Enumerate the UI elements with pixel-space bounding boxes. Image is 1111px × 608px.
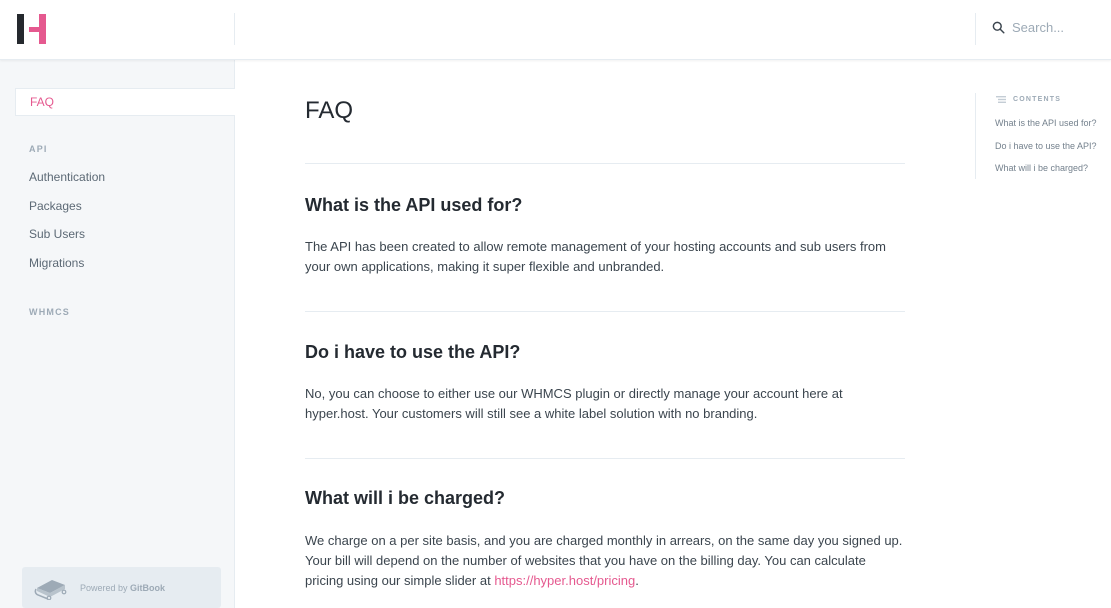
sidebar-item-migrations[interactable]: Migrations (15, 249, 235, 277)
divider (305, 163, 905, 164)
logo[interactable] (17, 14, 46, 44)
section-heading: What will i be charged? (305, 488, 506, 508)
pricing-link[interactable]: https://hyper.host/pricing (494, 573, 635, 588)
powered-by-gitbook-link[interactable]: Powered by GitBook (22, 567, 221, 608)
divider (305, 311, 905, 312)
divider (305, 458, 905, 459)
paragraph-suffix: . (635, 573, 639, 588)
section-heading: What is the API used for? (305, 195, 523, 215)
toc-header: CONTENTS (996, 96, 1061, 103)
powered-by-prefix: Powered by (80, 582, 131, 593)
search-placeholder: Search... (1012, 20, 1065, 35)
sidebar: FAQ API Authentication Packages Sub User… (0, 60, 235, 608)
table-of-contents: CONTENTS What is the API used for? Do i … (975, 93, 1111, 179)
logo-crossbar (29, 27, 39, 32)
powered-by-label: Powered by GitBook (80, 583, 165, 593)
toc-item[interactable]: What will i be charged? (995, 163, 1088, 173)
sidebar-section-header-api: API (29, 144, 48, 154)
sidebar-item-faq[interactable]: FAQ (15, 88, 235, 116)
sidebar-item-label: Migrations (29, 256, 85, 270)
section-heading: Do i have to use the API? (305, 342, 521, 362)
sidebar-item-authentication[interactable]: Authentication (15, 163, 235, 191)
sidebar-item-label: FAQ (30, 95, 55, 109)
sidebar-section-header-whmcs: WHMCS (29, 307, 70, 317)
search-input[interactable]: Search... (992, 20, 1064, 35)
toc-item[interactable]: Do i have to use the API? (995, 141, 1097, 151)
section-paragraph: No, you can choose to either use our WHM… (305, 386, 843, 421)
book-icon (34, 579, 67, 600)
sidebar-item-packages[interactable]: Packages (15, 192, 235, 220)
sidebar-item-label: Authentication (29, 170, 106, 184)
header-divider (975, 13, 976, 45)
page-title: FAQ (305, 97, 354, 124)
gitbook-brand: GitBook (130, 582, 166, 593)
toc-header-label: CONTENTS (1013, 96, 1062, 103)
sidebar-item-label: Sub Users (29, 227, 86, 241)
section-paragraph: The API has been created to allow remote… (305, 239, 886, 274)
search-icon (992, 21, 1005, 34)
header-divider (234, 13, 235, 45)
logo-bar-right (39, 14, 46, 44)
logo-bar-left (17, 14, 24, 44)
sidebar-item-sub-users[interactable]: Sub Users (15, 220, 235, 248)
sidebar-item-label: Packages (29, 199, 82, 213)
top-header: Search... (0, 0, 1111, 60)
section-paragraph: We charge on a per site basis, and you a… (305, 531, 905, 591)
list-icon (996, 96, 1006, 103)
toc-item[interactable]: What is the API used for? (995, 118, 1097, 128)
